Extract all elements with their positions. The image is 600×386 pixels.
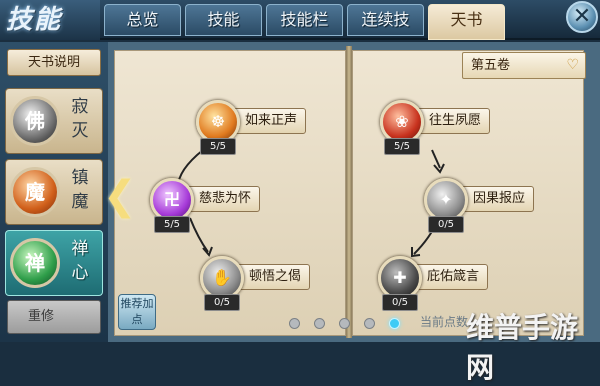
- page-dot-active[interactable]: [389, 318, 400, 329]
- page-dot[interactable]: [314, 318, 325, 329]
- book-description-button[interactable]: 天书说明: [7, 49, 101, 76]
- page-dot[interactable]: [339, 318, 350, 329]
- category-zhenmo[interactable]: 魔 镇魔: [5, 159, 103, 225]
- close-button[interactable]: ✕: [566, 1, 598, 33]
- chevron-left-icon: ❮: [103, 173, 137, 219]
- category-chanxin[interactable]: 禅 禅心: [5, 230, 103, 296]
- reset-button[interactable]: 重修: [7, 300, 101, 334]
- skill-node[interactable]: 因果报应 ✦ 0/5: [424, 178, 574, 238]
- buddha-icon: 佛: [10, 96, 60, 146]
- skill-panel-logo: 技能: [0, 0, 100, 40]
- skill-level: 5/5: [154, 216, 190, 233]
- page-dot[interactable]: [289, 318, 300, 329]
- tab-skill-bar[interactable]: 技能栏: [266, 4, 343, 36]
- skill-level: 0/5: [204, 294, 240, 311]
- tab-combo[interactable]: 连续技: [347, 4, 424, 36]
- tab-overview[interactable]: 总览: [104, 4, 181, 36]
- skill-node[interactable]: 如来正声 ☸ 5/5: [196, 100, 346, 160]
- category-label: 禅心: [71, 239, 89, 283]
- category-jimie[interactable]: 佛 寂灭: [5, 88, 103, 154]
- heavenly-book: 第五卷 ♡ 如来正声 ☸ 5/5 慈悲为怀 卍 5/5 顿悟之偈 ✋ 0/5 往…: [108, 42, 600, 342]
- skill-level: 5/5: [384, 138, 420, 155]
- close-icon: ✕: [572, 4, 592, 29]
- top-bar: 技能 总览 技能 技能栏 连续技 天书 ✕: [0, 0, 600, 40]
- skill-node[interactable]: 慈悲为怀 卍 5/5: [150, 178, 300, 238]
- demon-seal-icon: 魔: [10, 167, 60, 217]
- recommend-points-button[interactable]: 推荐加点: [118, 294, 156, 330]
- skill-node[interactable]: 往生夙愿 ❀ 5/5: [380, 100, 530, 160]
- page-dot[interactable]: [364, 318, 375, 329]
- zen-heart-icon: 禅: [10, 238, 60, 288]
- site-watermark: 维普手游网: [466, 311, 579, 384]
- tab-heavenly-book[interactable]: 天书: [428, 4, 505, 40]
- category-label: 镇魔: [71, 168, 89, 212]
- current-points-label: 当前点数: [420, 315, 469, 329]
- skill-level: 5/5: [200, 138, 236, 155]
- tab-skills[interactable]: 技能: [185, 4, 262, 36]
- category-label: 寂灭: [71, 97, 89, 141]
- category-sidebar: 天书说明 佛 寂灭 魔 镇魔 禅 禅心 重修: [0, 42, 108, 342]
- skill-level: 0/5: [382, 294, 418, 311]
- skill-level: 0/5: [428, 216, 464, 233]
- skill-node[interactable]: 顿悟之偈 ✋ 0/5: [200, 256, 350, 316]
